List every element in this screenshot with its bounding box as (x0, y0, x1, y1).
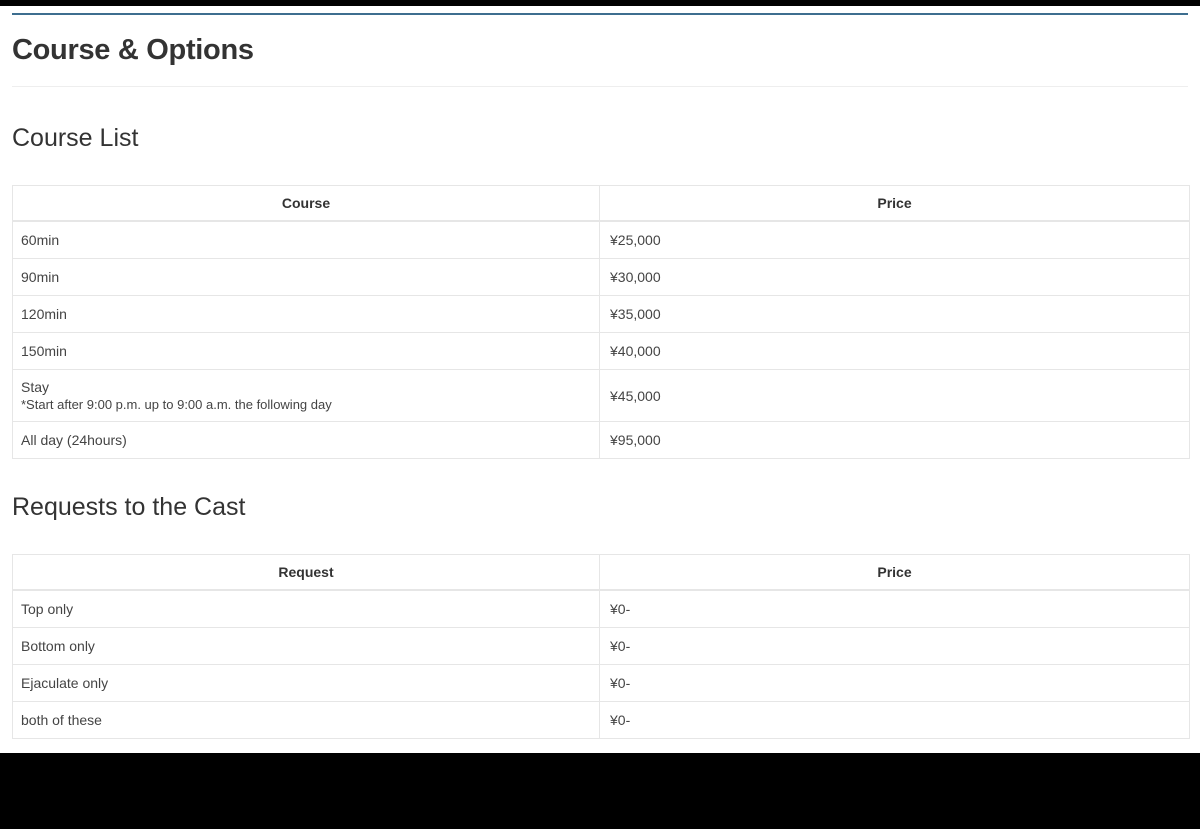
course-name: 90min (12, 258, 600, 296)
requests-table: Request Price Top only ¥0- Bottom only ¥… (12, 554, 1190, 739)
table-row: Stay *Start after 9:00 p.m. up to 9:00 a… (12, 369, 1190, 422)
request-name: Top only (12, 589, 600, 628)
accent-rule (12, 13, 1188, 15)
page-title: Course & Options (12, 34, 254, 66)
price-column-header: Price (599, 185, 1190, 222)
title-divider (12, 86, 1188, 87)
table-row: both of these ¥0- (12, 701, 1190, 739)
course-table-header-row: Course Price (12, 185, 1190, 222)
table-row: 60min ¥25,000 (12, 220, 1190, 259)
course-note: *Start after 9:00 p.m. up to 9:00 a.m. t… (21, 396, 332, 412)
course-name: 150min (12, 332, 600, 370)
request-price: ¥0- (599, 589, 1190, 628)
request-column-header: Request (12, 554, 600, 591)
table-row: Bottom only ¥0- (12, 627, 1190, 665)
course-price: ¥40,000 (599, 332, 1190, 370)
request-name: both of these (12, 701, 600, 739)
requests-heading: Requests to the Cast (12, 493, 246, 521)
table-row: 90min ¥30,000 (12, 258, 1190, 296)
course-name: Stay (21, 378, 50, 395)
course-price: ¥95,000 (599, 421, 1190, 459)
course-price: ¥25,000 (599, 220, 1190, 259)
requests-table-header-row: Request Price (12, 554, 1190, 591)
request-price: ¥0- (599, 701, 1190, 739)
course-price: ¥35,000 (599, 295, 1190, 333)
course-name-cell: Stay *Start after 9:00 p.m. up to 9:00 a… (12, 369, 600, 422)
course-name: 60min (12, 220, 600, 259)
table-row: All day (24hours) ¥95,000 (12, 421, 1190, 459)
table-row: Ejaculate only ¥0- (12, 664, 1190, 702)
course-list-heading: Course List (12, 124, 139, 152)
request-name: Ejaculate only (12, 664, 600, 702)
request-name: Bottom only (12, 627, 600, 665)
request-price: ¥0- (599, 627, 1190, 665)
table-row: 120min ¥35,000 (12, 295, 1190, 333)
table-row: Top only ¥0- (12, 589, 1190, 628)
course-table: Course Price 60min ¥25,000 90min ¥30,000… (12, 185, 1190, 459)
course-column-header: Course (12, 185, 600, 222)
course-name: 120min (12, 295, 600, 333)
course-price: ¥45,000 (599, 369, 1190, 422)
course-price: ¥30,000 (599, 258, 1190, 296)
course-name: All day (24hours) (12, 421, 600, 459)
table-row: 150min ¥40,000 (12, 332, 1190, 370)
price-column-header: Price (599, 554, 1190, 591)
request-price: ¥0- (599, 664, 1190, 702)
